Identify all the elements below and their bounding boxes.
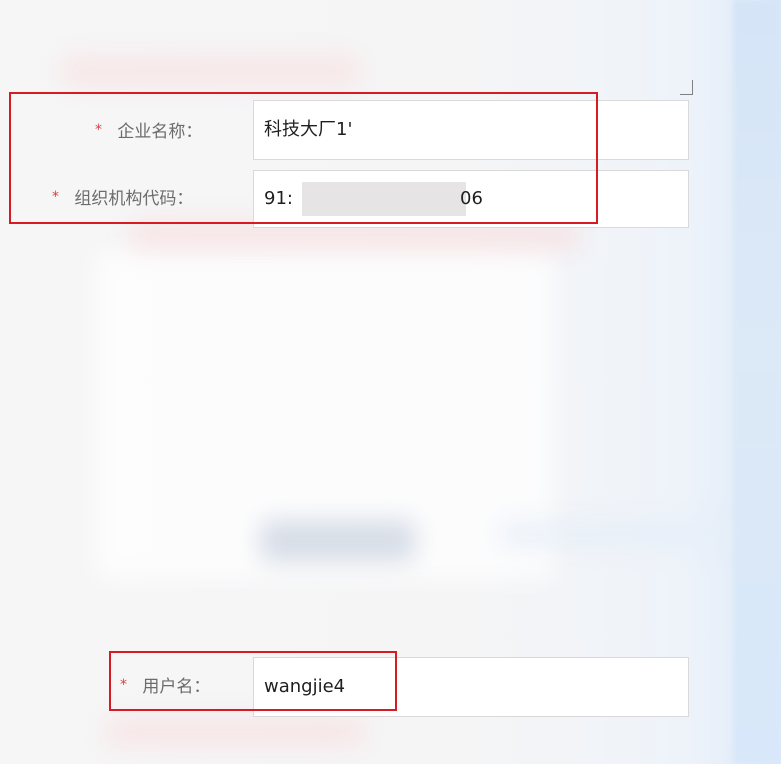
blurred-button-area xyxy=(260,520,415,562)
right-side-panel xyxy=(733,0,781,764)
company-name-input[interactable]: 科技大厂1' xyxy=(253,100,689,160)
username-input[interactable]: wangjie4 xyxy=(253,657,689,717)
company-name-value: 科技大厂1' xyxy=(264,119,353,140)
blurred-content-area xyxy=(500,520,730,548)
username-label: * 用户名： xyxy=(120,675,210,699)
username-label-text: 用户名： xyxy=(142,677,211,697)
required-mark: * xyxy=(95,122,102,138)
org-code-label: * 组织机构代码： xyxy=(52,187,193,211)
top-border-fragment xyxy=(680,80,693,95)
org-code-input[interactable]: 91: 06 xyxy=(253,170,689,228)
org-code-label-text: 组织机构代码： xyxy=(74,189,194,209)
username-value: wangjie4 xyxy=(264,676,346,697)
blurred-bottom-area xyxy=(105,718,365,746)
required-mark: * xyxy=(52,189,59,205)
org-code-suffix: 06 xyxy=(460,188,483,209)
company-name-label-text: 企业名称： xyxy=(117,122,203,142)
required-mark: * xyxy=(120,677,127,693)
redacted-region xyxy=(302,182,466,216)
page-canvas: * 企业名称： 科技大厂1' * 组织机构代码： 91: 06 * 用户名： w… xyxy=(0,0,781,764)
blurred-header-area xyxy=(60,55,360,87)
org-code-prefix: 91: xyxy=(264,188,293,209)
company-name-label: * 企业名称： xyxy=(95,120,202,144)
